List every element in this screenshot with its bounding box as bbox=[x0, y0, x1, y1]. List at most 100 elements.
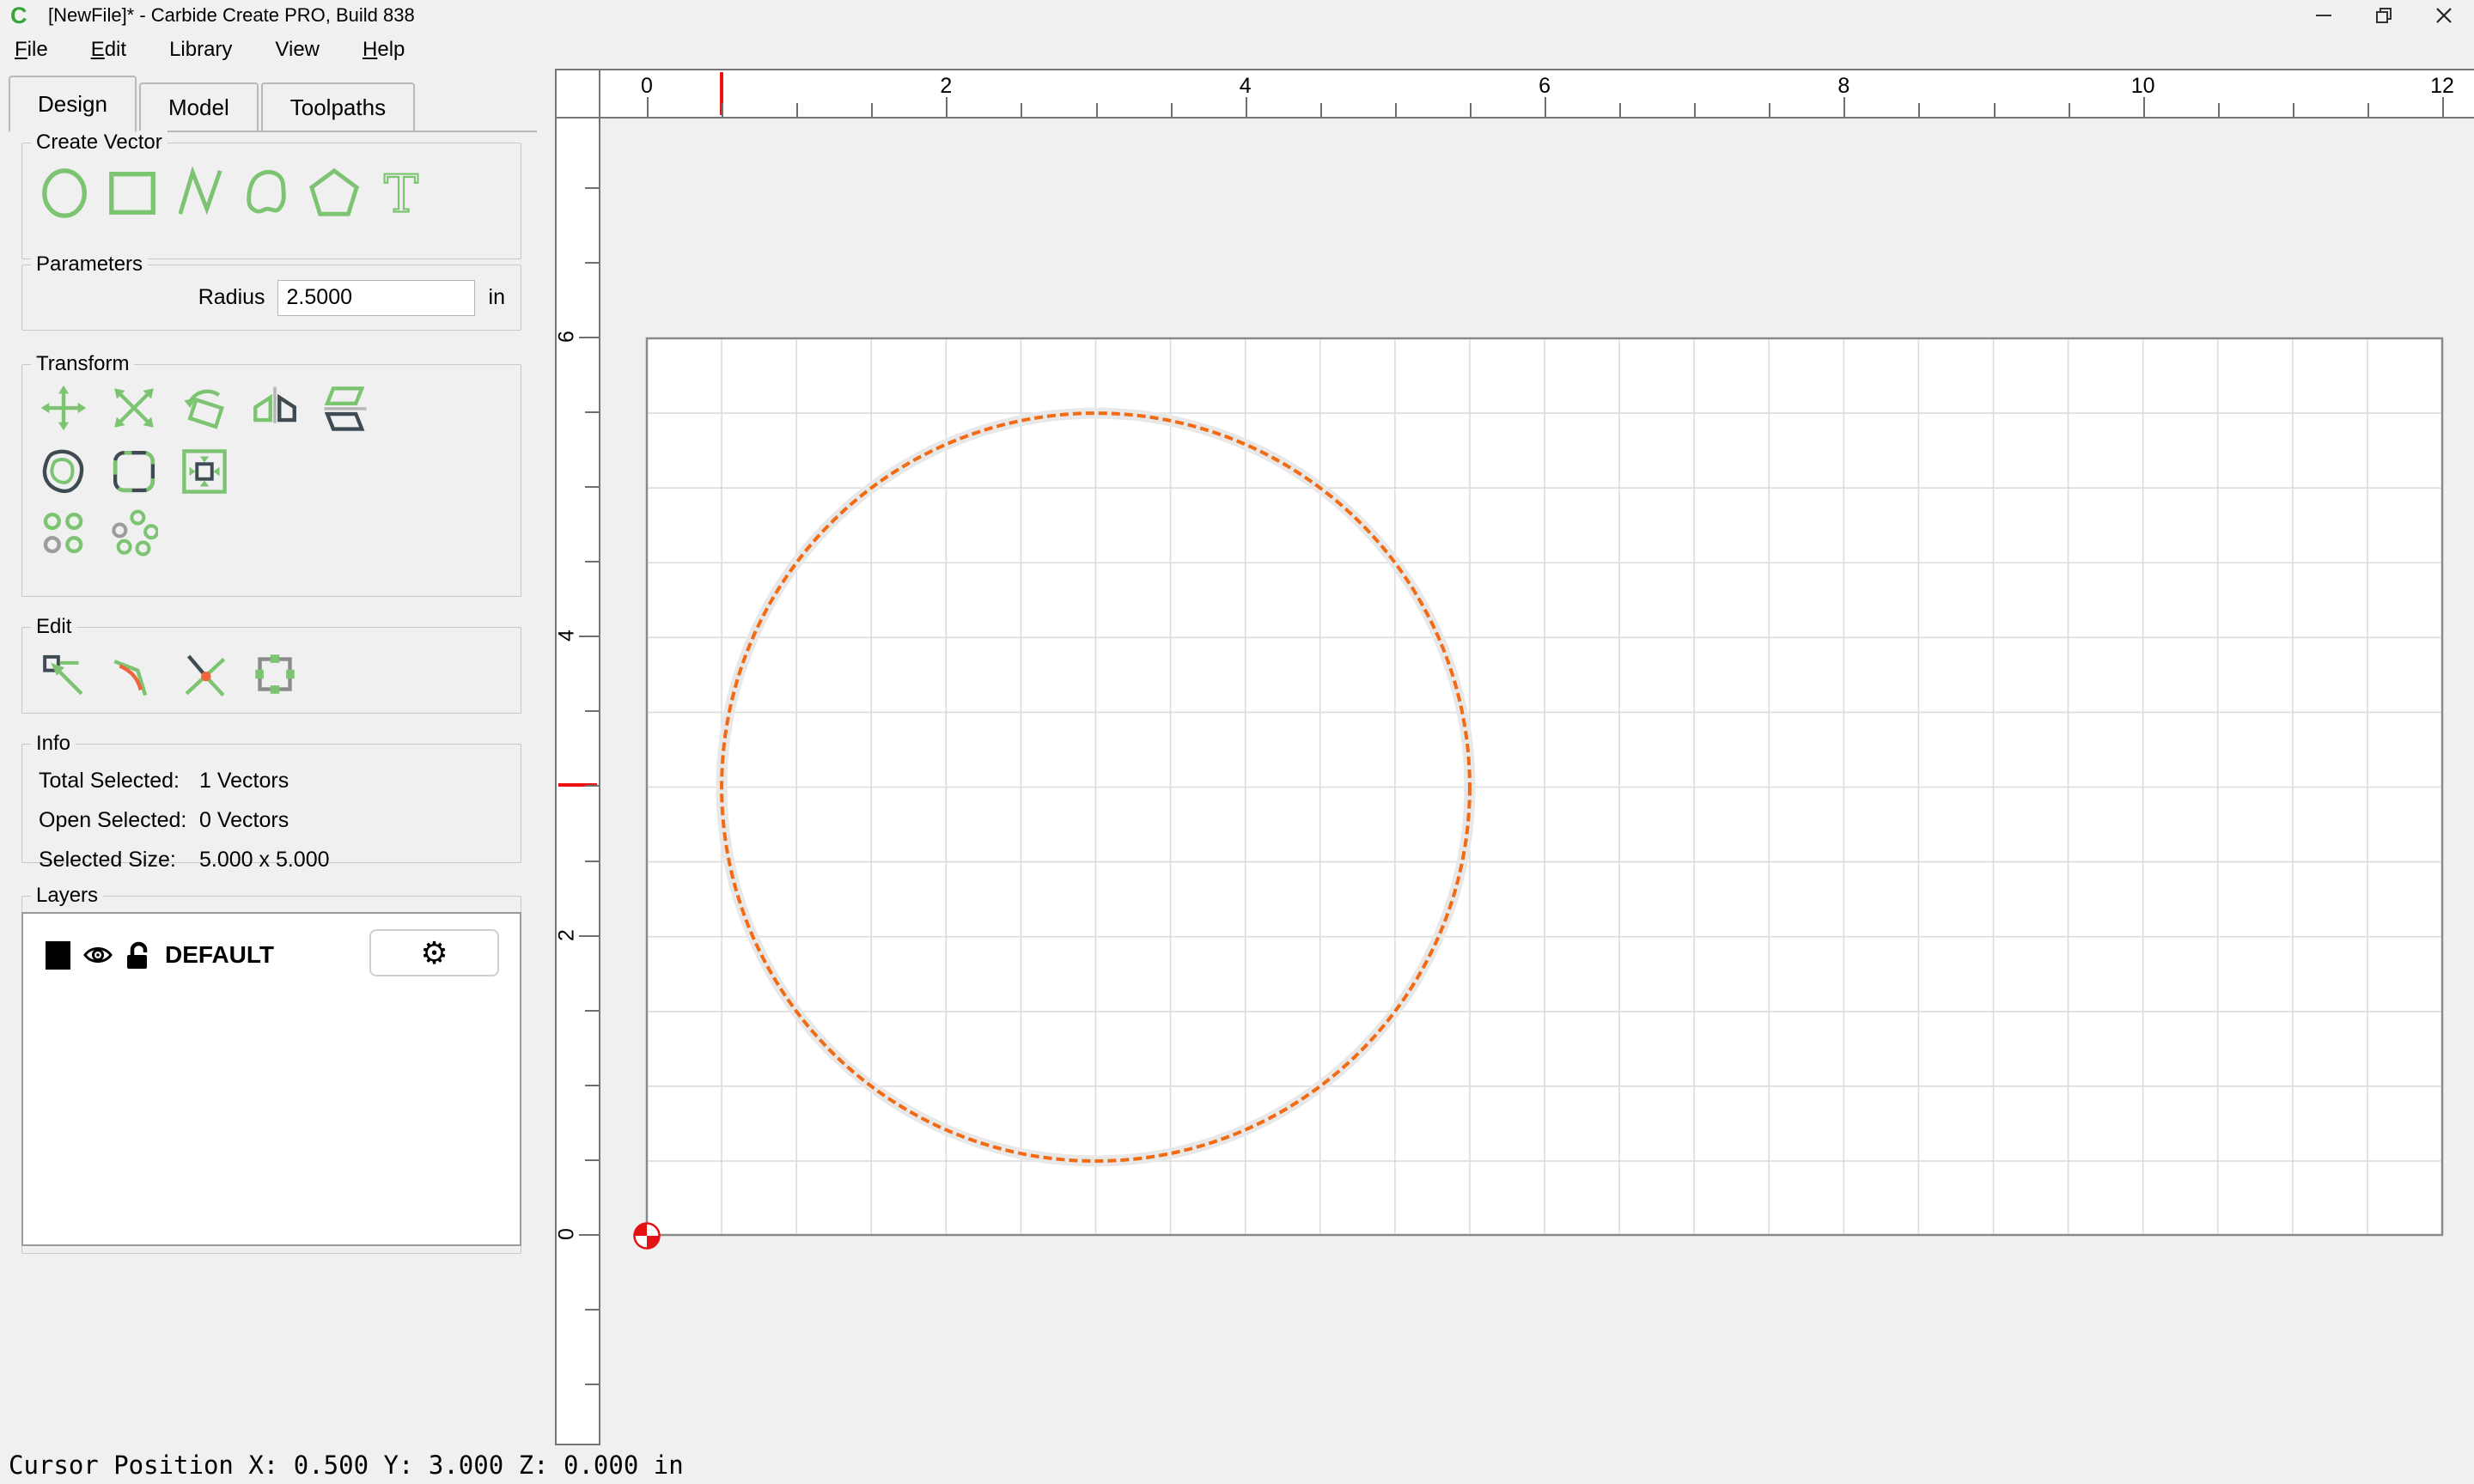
design-panel: Design Model Toolpaths Create Vector T P… bbox=[0, 69, 555, 1445]
ruler-tick bbox=[1918, 103, 1921, 117]
ruler-tick bbox=[579, 336, 599, 338]
ruler-tick bbox=[1694, 103, 1697, 117]
ruler-label: 8 bbox=[1837, 74, 1850, 98]
ruler-tick bbox=[2367, 103, 2369, 117]
ruler-tick bbox=[579, 1234, 599, 1236]
menu-help[interactable]: Help bbox=[348, 38, 419, 62]
layer-settings-button[interactable]: ⚙ bbox=[369, 929, 499, 976]
mirror-vertical-tool-icon[interactable] bbox=[321, 384, 369, 432]
rectangle-tool-icon[interactable] bbox=[107, 166, 160, 219]
ruler-label: 6 bbox=[554, 331, 579, 343]
offset-tool-icon[interactable] bbox=[40, 447, 88, 496]
polyline-tool-icon[interactable] bbox=[174, 166, 227, 219]
transform-section: Transform bbox=[21, 352, 521, 597]
info-value: 5.000 x 5.000 bbox=[199, 848, 330, 872]
close-button[interactable] bbox=[2414, 0, 2474, 31]
info-row-selected-size: Selected Size: 5.000 x 5.000 bbox=[39, 848, 521, 873]
polygon-tool-icon[interactable] bbox=[308, 166, 361, 219]
ruler-tick bbox=[1545, 97, 1547, 117]
minimize-button[interactable] bbox=[2294, 0, 2354, 31]
menu-bar: File Edit Library View Help bbox=[0, 31, 2474, 69]
transform-title: Transform bbox=[31, 352, 135, 376]
restore-icon bbox=[2376, 8, 2392, 23]
info-row-open-selected: Open Selected: 0 Vectors bbox=[39, 808, 521, 833]
circle-tool-icon[interactable] bbox=[40, 166, 93, 219]
layer-unlocked-icon[interactable] bbox=[125, 941, 151, 970]
layers-section: Layers DEFAULT ⚙ bbox=[21, 884, 521, 1254]
menu-view[interactable]: View bbox=[260, 38, 334, 62]
move-tool-icon[interactable] bbox=[40, 384, 88, 432]
parameters-title: Parameters bbox=[31, 252, 149, 277]
info-label: Open Selected: bbox=[39, 808, 187, 832]
ruler-label: 4 bbox=[554, 629, 579, 642]
ruler-label: 0 bbox=[554, 1228, 579, 1240]
trim-vectors-tool-icon[interactable] bbox=[180, 650, 229, 698]
ruler-tick bbox=[1619, 103, 1622, 117]
ruler-label: 10 bbox=[2130, 74, 2155, 98]
tab-toolpaths[interactable]: Toolpaths bbox=[260, 82, 416, 131]
ruler-tick bbox=[585, 1309, 599, 1311]
ruler-tick bbox=[585, 411, 599, 414]
ruler-tick bbox=[585, 486, 599, 489]
horizontal-ruler: 0 2 4 6 8 10 12 bbox=[600, 69, 2474, 119]
grid-array-tool-icon[interactable] bbox=[40, 509, 88, 557]
trim-dashed-tool-icon[interactable] bbox=[110, 447, 158, 496]
menu-library[interactable]: Library bbox=[155, 38, 247, 62]
ruler-tick bbox=[1993, 103, 1996, 117]
ruler-label: 2 bbox=[554, 928, 579, 941]
node-edit-tool-icon[interactable] bbox=[40, 650, 88, 698]
ruler-tick bbox=[579, 934, 599, 937]
ruler-tick bbox=[1843, 97, 1846, 117]
ruler-tick bbox=[585, 1009, 599, 1012]
info-label: Total Selected: bbox=[39, 769, 180, 793]
radius-input[interactable] bbox=[277, 279, 475, 316]
ruler-tick bbox=[1170, 103, 1173, 117]
ruler-label: 0 bbox=[641, 74, 653, 98]
rotate-tool-icon[interactable] bbox=[180, 384, 229, 432]
ruler-tick bbox=[946, 97, 948, 117]
layer-row-default[interactable]: DEFAULT ⚙ bbox=[23, 924, 520, 986]
info-row-total-selected: Total Selected: 1 Vectors bbox=[39, 769, 521, 794]
ruler-tick bbox=[585, 710, 599, 713]
tab-design[interactable]: Design bbox=[9, 76, 137, 132]
resize-handles-tool-icon[interactable] bbox=[251, 650, 299, 698]
scale-to-fit-tool-icon[interactable] bbox=[180, 447, 229, 496]
origin-marker-icon bbox=[633, 1222, 661, 1250]
maximize-button[interactable] bbox=[2354, 0, 2414, 31]
minimize-icon bbox=[2316, 15, 2331, 16]
ruler-label: 12 bbox=[2430, 74, 2454, 98]
ruler-tick bbox=[796, 103, 799, 117]
layer-visible-eye-icon[interactable] bbox=[82, 944, 113, 966]
radius-label: Radius bbox=[198, 285, 265, 309]
ruler-tick bbox=[1469, 103, 1472, 117]
ruler-tick bbox=[1245, 97, 1247, 117]
info-value: 0 Vectors bbox=[199, 808, 289, 832]
curve-tool-icon[interactable] bbox=[241, 166, 294, 219]
canvas-area[interactable]: 0 2 4 6 8 10 12 6 4 2 0 bbox=[537, 69, 2474, 1445]
ruler-tick bbox=[585, 186, 599, 189]
app-logo-icon: C bbox=[10, 2, 27, 28]
ruler-tick bbox=[1394, 103, 1397, 117]
close-icon bbox=[2436, 8, 2452, 23]
tab-model[interactable]: Model bbox=[138, 82, 259, 131]
text-tool-icon[interactable]: T bbox=[375, 166, 428, 219]
menu-file[interactable]: File bbox=[0, 38, 63, 62]
edit-title: Edit bbox=[31, 615, 77, 639]
layer-color-swatch[interactable] bbox=[46, 940, 70, 970]
ruler-tick bbox=[585, 785, 599, 788]
circular-array-tool-icon[interactable] bbox=[110, 509, 158, 557]
ruler-tick bbox=[585, 1384, 599, 1386]
menu-edit[interactable]: Edit bbox=[76, 38, 141, 62]
layers-title: Layers bbox=[31, 884, 104, 908]
stock-canvas[interactable] bbox=[612, 304, 2474, 1317]
ruler-tick bbox=[585, 1159, 599, 1161]
window-controls bbox=[2294, 0, 2474, 31]
layers-list[interactable]: DEFAULT ⚙ bbox=[21, 912, 521, 1246]
radius-unit: in bbox=[488, 285, 505, 309]
window-title: [NewFile]* - Carbide Create PRO, Build 8… bbox=[48, 4, 415, 26]
ruler-tick bbox=[579, 636, 599, 638]
mirror-horizontal-tool-icon[interactable] bbox=[251, 384, 299, 432]
fillet-tool-icon[interactable] bbox=[110, 650, 158, 698]
ruler-tick bbox=[1021, 103, 1023, 117]
scale-tool-icon[interactable] bbox=[110, 384, 158, 432]
